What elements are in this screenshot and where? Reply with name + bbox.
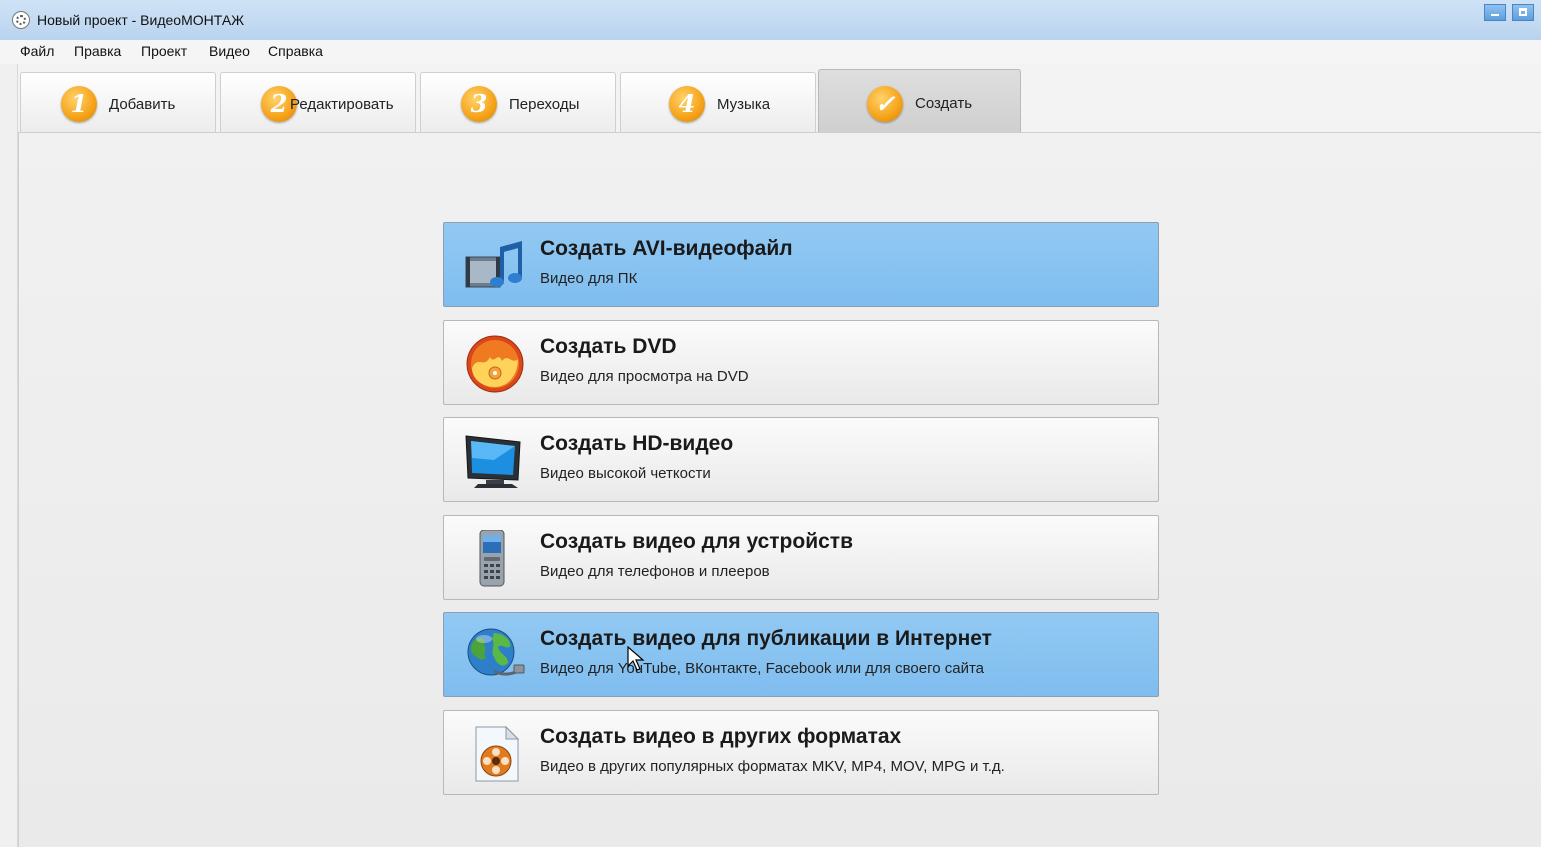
tab-label: Добавить <box>109 96 176 113</box>
option-title: Создать HD-видео <box>540 432 734 455</box>
step-tabs: 1 Добавить 2 Редактировать 3 Переходы 4 … <box>0 64 1541 134</box>
dvd-disc-icon <box>466 335 524 393</box>
menu-edit[interactable]: Правка <box>74 43 121 59</box>
tab-label: Переходы <box>509 96 580 113</box>
number-3-badge-icon: 3 <box>461 86 497 122</box>
tab-label: Создать <box>915 95 973 112</box>
create-hd-option[interactable]: Создать HD-видео Видео высокой четкости <box>443 417 1159 502</box>
menu-video[interactable]: Видео <box>209 43 250 59</box>
menu-project[interactable]: Проект <box>141 43 187 59</box>
tab-music[interactable]: 4 Музыка <box>620 72 816 132</box>
option-title: Создать видео для публикации в Интернет <box>540 627 992 650</box>
create-devices-option[interactable]: Создать видео для устройств Видео для те… <box>443 515 1159 600</box>
hd-monitor-icon <box>465 435 521 488</box>
title-bar: Новый проект - ВидеоМОНТАЖ <box>0 0 1541 40</box>
tab-create[interactable]: ✓ Создать <box>818 69 1021 133</box>
option-description: Видео для телефонов и плееров <box>540 563 770 580</box>
option-description: Видео для ПК <box>540 270 638 287</box>
menu-bar: Файл Правка Проект Видео Справка <box>0 40 1541 64</box>
tab-transitions[interactable]: 3 Переходы <box>420 72 616 132</box>
option-description: Видео высокой четкости <box>540 465 711 482</box>
tab-label: Редактировать <box>290 96 394 113</box>
create-other-formats-option[interactable]: Создать видео в других форматах Видео в … <box>443 710 1159 795</box>
film-music-icon <box>465 241 522 288</box>
globe-icon <box>467 628 525 676</box>
film-reel-file-icon <box>475 725 520 782</box>
app-logo-icon <box>12 11 30 29</box>
option-title: Создать DVD <box>540 335 677 358</box>
option-description: Видео в других популярных форматах MKV, … <box>540 758 1005 775</box>
checkmark-badge-icon: ✓ <box>867 86 903 122</box>
option-description: Видео для просмотра на DVD <box>540 368 749 385</box>
left-frame <box>0 64 18 847</box>
option-title: Создать AVI-видеофайл <box>540 237 793 260</box>
tab-edit[interactable]: 2 Редактировать <box>220 72 416 132</box>
number-1-badge-icon: 1 <box>61 86 97 122</box>
menu-help[interactable]: Справка <box>268 43 323 59</box>
number-4-badge-icon: 4 <box>669 86 705 122</box>
option-description: Видео для YouTube, ВКонтакте, Facebook и… <box>540 660 985 677</box>
create-dvd-option[interactable]: Создать DVD Видео для просмотра на DVD <box>443 320 1159 405</box>
tab-label: Музыка <box>717 96 771 113</box>
create-avi-option[interactable]: Создать AVI-видеофайл Видео для ПК <box>443 222 1159 307</box>
window-title: Новый проект - ВидеоМОНТАЖ <box>37 12 245 28</box>
option-title: Создать видео для устройств <box>540 530 854 553</box>
menu-file[interactable]: Файл <box>20 43 54 59</box>
minimize-button[interactable] <box>1484 4 1506 21</box>
mouse-cursor-icon <box>627 646 645 671</box>
tab-add[interactable]: 1 Добавить <box>20 72 216 132</box>
create-internet-option[interactable]: Создать видео для публикации в Интернет … <box>443 612 1159 697</box>
option-title: Создать видео в других форматах <box>540 725 902 748</box>
mobile-phone-icon <box>479 530 505 587</box>
maximize-button[interactable] <box>1512 4 1534 21</box>
